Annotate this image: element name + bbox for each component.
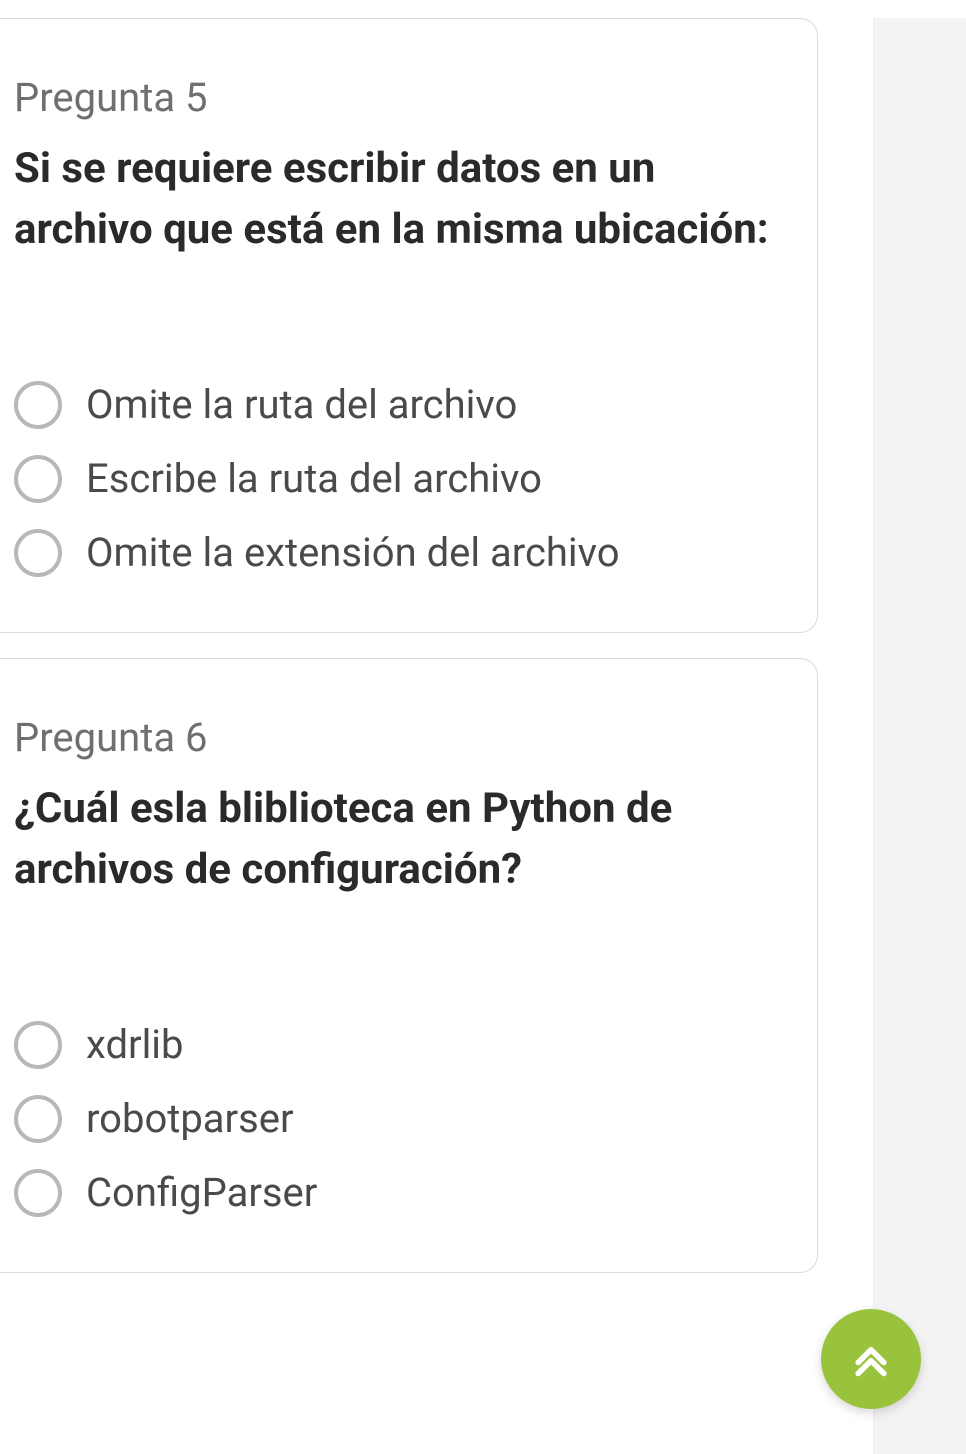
- answer-label: robotparser: [86, 1095, 294, 1142]
- radio-unchecked-icon: [14, 1169, 62, 1217]
- question-label: Pregunta 5: [14, 74, 787, 121]
- answer-option[interactable]: robotparser: [14, 1095, 787, 1143]
- chevron-double-up-icon: [849, 1335, 893, 1383]
- quiz-page: Pregunta 5 Si se requiere escribir datos…: [0, 18, 873, 1454]
- radio-unchecked-icon: [14, 381, 62, 429]
- answer-option[interactable]: Omite la ruta del archivo: [14, 381, 787, 429]
- answer-label: ConfigParser: [86, 1169, 317, 1216]
- radio-unchecked-icon: [14, 1095, 62, 1143]
- question-card: Pregunta 5 Si se requiere escribir datos…: [0, 18, 818, 633]
- answer-option[interactable]: ConfigParser: [14, 1169, 787, 1217]
- radio-unchecked-icon: [14, 529, 62, 577]
- answer-label: Escribe la ruta del archivo: [86, 455, 542, 502]
- question-card: Pregunta 6 ¿Cuál esla bliblioteca en Pyt…: [0, 658, 818, 1273]
- question-text: Si se requiere escribir datos en un arch…: [14, 139, 787, 261]
- radio-unchecked-icon: [14, 1021, 62, 1069]
- answer-label: Omite la ruta del archivo: [86, 381, 517, 428]
- answer-option[interactable]: Omite la extensión del archivo: [14, 529, 787, 577]
- right-gutter: [873, 18, 966, 1454]
- radio-unchecked-icon: [14, 455, 62, 503]
- answer-option[interactable]: xdrlib: [14, 1021, 787, 1069]
- question-label: Pregunta 6: [14, 714, 787, 761]
- question-text: ¿Cuál esla bliblioteca en Python de arch…: [14, 779, 787, 901]
- scroll-top-button[interactable]: [821, 1309, 921, 1409]
- answer-option[interactable]: Escribe la ruta del archivo: [14, 455, 787, 503]
- answer-label: Omite la extensión del archivo: [86, 529, 620, 576]
- answer-label: xdrlib: [86, 1021, 183, 1068]
